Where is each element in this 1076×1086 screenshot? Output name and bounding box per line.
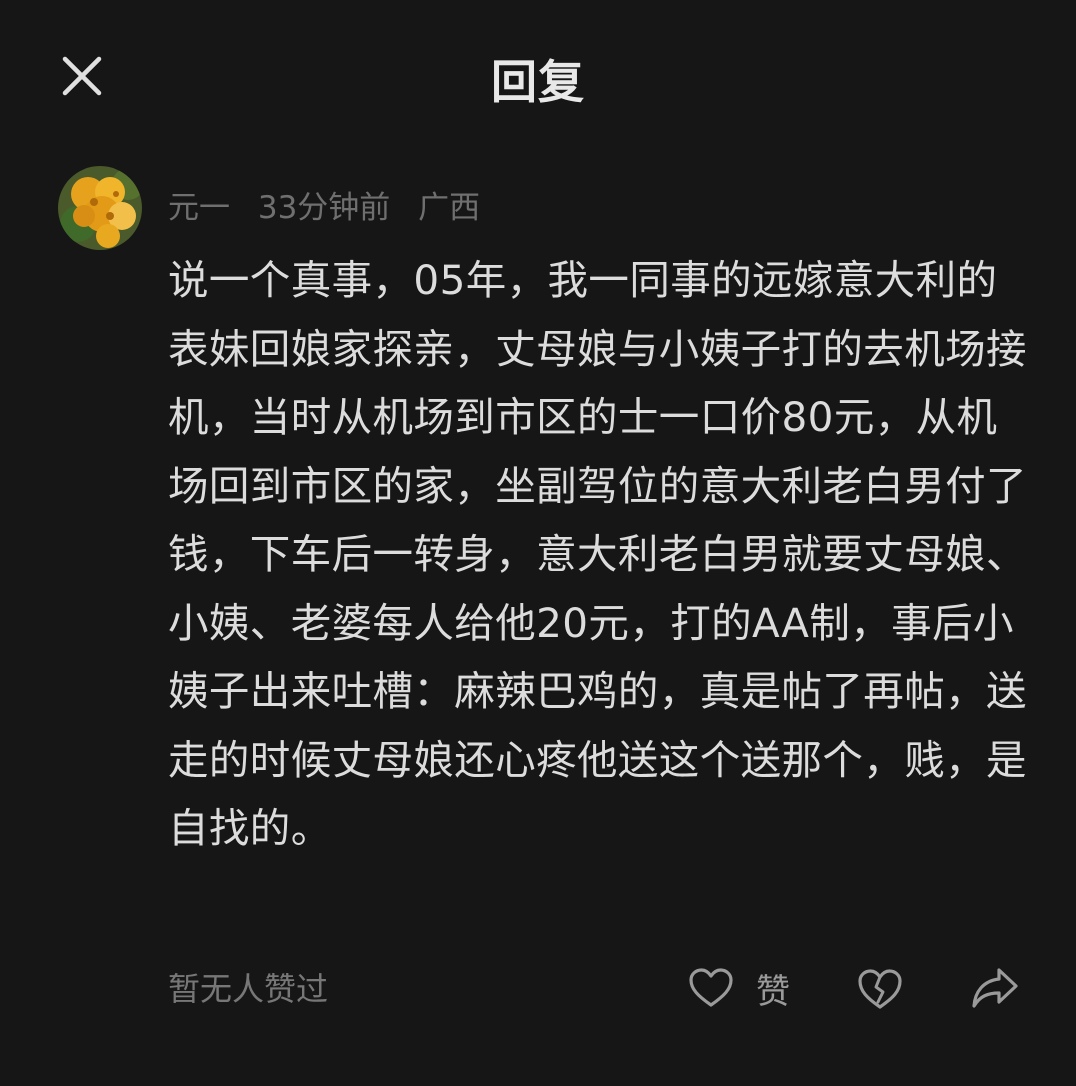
- flower-avatar-icon: [58, 166, 142, 250]
- comment-time: 33分钟前: [257, 190, 391, 226]
- heart-icon: [689, 968, 733, 1007]
- reply-page: 回复 元一 33分钟前 广西 说一个真事，05年，我一同事的远嫁意大利的表妹回娘…: [0, 0, 1076, 1086]
- like-label: 赞: [756, 971, 790, 1012]
- comment-body: 说一个真事，05年，我一同事的远嫁意大利的表妹回娘家探亲，丈母娘与小姨子打的去机…: [168, 256, 1027, 852]
- avatar[interactable]: [58, 166, 142, 250]
- likes-status: 暂无人赞过: [168, 970, 329, 1008]
- page-title: 回复: [491, 55, 585, 109]
- author-name[interactable]: 元一: [168, 190, 230, 226]
- dislike-button[interactable]: [856, 966, 904, 1012]
- like-button[interactable]: 赞: [688, 962, 790, 1014]
- broken-heart-icon: [858, 969, 902, 1009]
- comment-meta: 元一 33分钟前 广西: [168, 182, 498, 227]
- share-button[interactable]: [970, 964, 1020, 1012]
- comment-location: 广西: [418, 190, 481, 226]
- share-arrow-icon: [972, 968, 1018, 1008]
